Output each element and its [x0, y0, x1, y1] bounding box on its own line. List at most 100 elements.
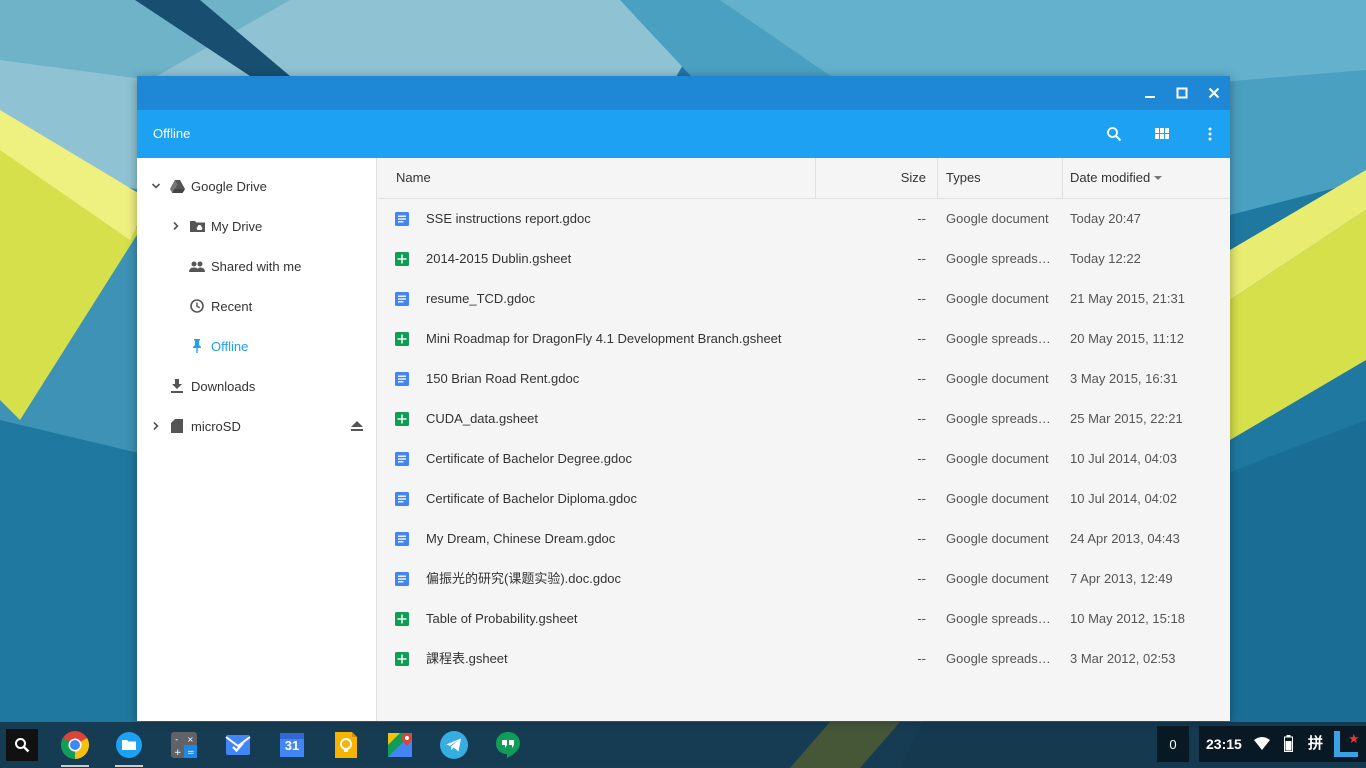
sidebar-item-recent[interactable]: Recent: [137, 286, 377, 326]
file-row[interactable]: 150 Brian Road Rent.gdoc -- Google documen…: [378, 359, 1230, 399]
column-divider[interactable]: [815, 158, 816, 198]
search-button[interactable]: [1098, 110, 1130, 158]
column-divider[interactable]: [1062, 158, 1063, 198]
file-row[interactable]: CUDA_data.gsheet -- Google spreadsheet 25 M…: [378, 399, 1230, 439]
shelf-app-hangouts[interactable]: [490, 727, 526, 763]
hangouts-icon: [496, 732, 520, 758]
chevron-right-icon[interactable]: [170, 220, 182, 232]
eject-button[interactable]: [349, 418, 365, 434]
column-header-date[interactable]: Date modified: [1070, 158, 1163, 198]
file-row[interactable]: SSE instructions report.gdoc -- Google doc…: [378, 199, 1230, 239]
file-date-modified: Today 12:22: [1070, 251, 1141, 266]
sd-card-icon: [168, 417, 186, 435]
sidebar-item-label: Recent: [211, 298, 253, 314]
file-size: --: [917, 411, 926, 426]
sidebar-item-my-drive[interactable]: My Drive: [137, 206, 377, 246]
file-row[interactable]: Certificate of Bachelor Degree.gdoc -- Goo…: [378, 439, 1230, 479]
download-icon: [168, 377, 186, 395]
file-name: My Dream, Chinese Dream.gdoc: [426, 531, 616, 546]
file-size: --: [917, 451, 926, 466]
google-doc-icon: [395, 212, 409, 226]
sidebar-item-offline[interactable]: Offline: [137, 326, 377, 366]
telegram-icon: [440, 731, 468, 759]
file-date-modified: 10 May 2012, 15:18: [1070, 611, 1185, 626]
app-launcher-button[interactable]: [6, 729, 38, 761]
google-sheet-icon: [395, 652, 409, 666]
column-header-date-label: Date modified: [1070, 170, 1151, 185]
file-name: Mini Roadmap for DragonFly 4.1 Developme…: [426, 331, 782, 346]
shelf-app-files[interactable]: [111, 727, 147, 767]
close-icon: [1208, 87, 1220, 99]
chevron-down-icon[interactable]: [150, 180, 162, 192]
sidebar-item-shared-with-me[interactable]: Shared with me: [137, 246, 377, 286]
column-divider[interactable]: [937, 158, 938, 198]
file-size: --: [917, 211, 926, 226]
file-name: 偏振光的研究(课题实验).doc.gdoc: [426, 571, 622, 586]
grid-view-icon: [1155, 128, 1169, 139]
file-row[interactable]: Table of Probability.gsheet -- Google spre…: [378, 599, 1230, 639]
google-doc-icon: [395, 372, 409, 386]
maximize-button[interactable]: [1167, 76, 1197, 110]
svg-text:+: +: [174, 748, 182, 758]
clock: 23:15: [1206, 736, 1242, 752]
file-type: Google spreadsheet: [946, 331, 1058, 346]
chevron-right-icon[interactable]: [150, 420, 162, 432]
more-options-button[interactable]: [1194, 110, 1226, 158]
file-row[interactable]: Mini Roadmap for DragonFly 4.1 Developme…: [378, 319, 1230, 359]
file-row[interactable]: resume_TCD.gdoc -- Google document 21 May 2…: [378, 279, 1230, 319]
file-type: Google spreadsheet: [946, 611, 1058, 626]
system-tray[interactable]: 23:15 拼 ★: [1199, 726, 1366, 762]
more-vert-icon: [1208, 127, 1212, 141]
file-row[interactable]: 課程表.gsheet -- Google spreadsheet 3 Mar 2012…: [378, 639, 1230, 679]
file-size: --: [917, 291, 926, 306]
column-header-size[interactable]: Size: [848, 158, 926, 198]
file-type: Google document: [946, 571, 1049, 586]
file-list-header: Name Size Types Date modified: [378, 158, 1230, 199]
file-name: CUDA_data.gsheet: [426, 411, 539, 426]
shelf-app-calendar[interactable]: 31: [274, 727, 310, 763]
file-type: Google spreadsheet: [946, 251, 1058, 266]
google-doc-icon: [395, 292, 409, 306]
svg-text:×: ×: [187, 735, 194, 744]
file-name: SSE instructions report.gdoc: [426, 211, 591, 226]
column-header-name[interactable]: Name: [396, 158, 431, 198]
window-titlebar[interactable]: [137, 76, 1230, 110]
close-button[interactable]: [1199, 76, 1229, 110]
file-row[interactable]: 2014-2015 Dublin.gsheet -- Google spreadsh…: [378, 239, 1230, 279]
file-date-modified: Today 20:47: [1070, 211, 1141, 226]
files-toolbar: Offline: [137, 110, 1230, 158]
sidebar-item-microsd[interactable]: microSD: [137, 406, 377, 446]
shelf-app-calculator[interactable]: - × + =: [166, 727, 202, 763]
notification-counter[interactable]: 0: [1157, 726, 1189, 762]
shelf-app-keep[interactable]: [328, 727, 364, 763]
shelf-app-maps[interactable]: [382, 727, 418, 763]
shelf-app-inbox[interactable]: [220, 727, 256, 763]
file-size: --: [917, 331, 926, 346]
running-indicator: [61, 765, 89, 767]
sidebar-item-label: Google Drive: [191, 178, 267, 194]
file-type: Google document: [946, 211, 1049, 226]
file-name: 課程表.gsheet: [426, 651, 508, 666]
file-date-modified: 10 Jul 2014, 04:03: [1070, 451, 1177, 466]
grid-view-button[interactable]: [1146, 110, 1178, 158]
files-icon: [116, 732, 142, 758]
file-row[interactable]: My Dream, Chinese Dream.gdoc -- Google doc…: [378, 519, 1230, 559]
battery-icon: [1284, 735, 1293, 755]
sidebar-item-downloads[interactable]: Downloads: [137, 366, 377, 406]
file-name: resume_TCD.gdoc: [426, 291, 536, 306]
file-row[interactable]: Certificate of Bachelor Diploma.gdoc -- Go…: [378, 479, 1230, 519]
file-date-modified: 25 Mar 2015, 22:21: [1070, 411, 1183, 426]
notification-count: 0: [1169, 736, 1177, 752]
current-location-title: Offline: [153, 126, 191, 141]
eject-icon: [351, 421, 363, 431]
minimize-button[interactable]: [1135, 76, 1165, 110]
column-header-type[interactable]: Types: [946, 158, 981, 198]
file-row[interactable]: 偏振光的研究(课题实验).doc.gdoc -- Google document 7 …: [378, 559, 1230, 599]
calculator-icon: - × + =: [171, 732, 197, 758]
google-sheet-icon: [395, 412, 409, 426]
sidebar-item-google-drive[interactable]: Google Drive: [137, 166, 377, 206]
file-date-modified: 24 Apr 2013, 04:43: [1070, 531, 1180, 546]
shelf-app-telegram[interactable]: [436, 727, 472, 763]
pin-icon: [188, 337, 206, 355]
shelf-app-chrome[interactable]: [57, 727, 93, 767]
